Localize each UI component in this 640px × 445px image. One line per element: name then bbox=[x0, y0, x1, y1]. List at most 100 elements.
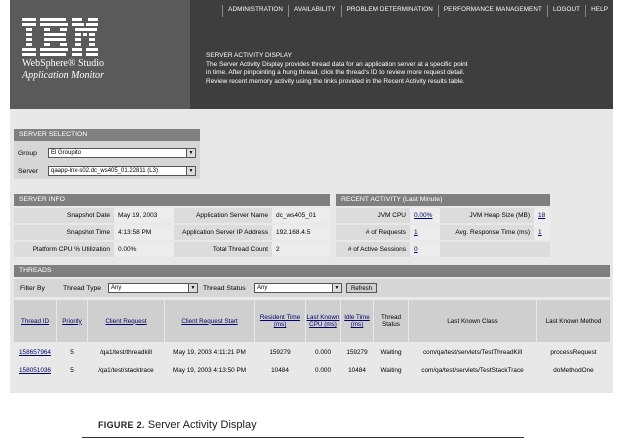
avg-response-link[interactable]: 1 bbox=[538, 229, 542, 236]
col-resident-time[interactable]: Resident Time (ms) bbox=[255, 300, 305, 342]
table-row-1-status: Waiting bbox=[380, 349, 402, 356]
page-title: SERVER ACTIVITY DISPLAY bbox=[206, 52, 292, 59]
nav-performance-management[interactable]: PERFORMANCE MANAGEMENT bbox=[437, 5, 547, 17]
avg-response-value[interactable]: 1 bbox=[534, 225, 550, 240]
active-sessions-value[interactable]: 0 bbox=[410, 242, 440, 257]
thread-count-label: Total Thread Count bbox=[174, 242, 272, 257]
figure-text: Server Activity Display bbox=[147, 419, 257, 431]
table-row-1-resident-time: 159279 bbox=[269, 349, 291, 356]
group-label: Group bbox=[18, 150, 37, 157]
thread-id-link[interactable]: 158051036 bbox=[19, 367, 51, 374]
chevron-down-icon: ▼ bbox=[332, 284, 341, 292]
snapshot-date-label: Snapshot Date bbox=[14, 208, 114, 223]
table-row-1-thread-id[interactable]: 158657964 bbox=[14, 345, 56, 360]
filter-by-label: Filter By bbox=[20, 285, 45, 292]
requests-value[interactable]: 1 bbox=[410, 225, 440, 240]
requests-label: # of Requests bbox=[336, 225, 410, 240]
app-server-ip-label: Application Server IP Address bbox=[174, 225, 272, 240]
server-info-header: SERVER INFO bbox=[14, 194, 330, 206]
active-sessions-label: # of Active Sessions bbox=[336, 242, 410, 257]
chevron-down-icon: ▼ bbox=[186, 149, 195, 157]
snapshot-time-value: 4:13:58 PM bbox=[114, 225, 174, 240]
col-last-known-method: Last Known Method bbox=[537, 300, 610, 342]
thread-type-value: Any bbox=[111, 285, 122, 291]
app-server-name-value: dc_ws405_01 bbox=[272, 208, 330, 223]
table-row-2-cpu: 0.000 bbox=[315, 367, 331, 374]
table-row-2-priority: 5 bbox=[70, 367, 74, 374]
intro-line1: The Server Activity Display provides thr… bbox=[206, 60, 468, 68]
thread-count-value: 2 bbox=[272, 242, 330, 257]
logo-panel: WebSphere® Studio Application Monitor bbox=[10, 0, 190, 109]
col-last-known-class: Last Known Class bbox=[409, 300, 536, 342]
table-row-1-class: com/qa/test/servlets/TestThreadKill bbox=[422, 349, 523, 356]
app-server-ip-value: 192.168.4.5 bbox=[272, 225, 330, 240]
nav-logout[interactable]: LOGOUT bbox=[546, 5, 585, 17]
caption-rule bbox=[82, 437, 524, 438]
refresh-button[interactable]: Refresh bbox=[346, 283, 378, 293]
requests-link[interactable]: 1 bbox=[414, 229, 418, 236]
nav-administration[interactable]: ADMINISTRATION bbox=[222, 5, 288, 17]
thread-status-label: Thread Status bbox=[203, 285, 246, 292]
nav-help[interactable]: HELP bbox=[585, 5, 613, 17]
recent-activity-header: RECENT ACTIVITY (Last Minute) bbox=[336, 194, 550, 206]
col-priority[interactable]: Priority bbox=[57, 300, 87, 342]
ibm-logo bbox=[22, 18, 98, 56]
figure-caption: FIGURE 2. Server Activity Display bbox=[98, 419, 257, 431]
table-row-2-method: doMethodOne bbox=[553, 367, 594, 374]
heap-size-label: JVM Heap Size (MB) bbox=[440, 208, 534, 223]
heap-size-link[interactable]: 18 bbox=[538, 212, 545, 219]
server-select[interactable]: qaapp-lnx-s02.dc_ws405_01.22811 (L3) ▼ bbox=[48, 166, 196, 176]
nav-availability[interactable]: AVAILABILITY bbox=[287, 5, 341, 17]
col-thread-status: Thread Status bbox=[374, 300, 408, 342]
jvm-cpu-link[interactable]: 0.00% bbox=[414, 212, 432, 219]
col-thread-id[interactable]: Thread ID bbox=[14, 300, 56, 342]
table-row-1-idle-time: 159279 bbox=[346, 349, 368, 356]
chevron-down-icon: ▼ bbox=[186, 167, 195, 175]
thread-id-link[interactable]: 158657964 bbox=[19, 349, 51, 356]
snapshot-time-label: Snapshot Time bbox=[14, 225, 114, 240]
heap-size-value[interactable]: 18 bbox=[534, 208, 550, 223]
table-row-2-class: com/qa/test/servlets/TestStackTrace bbox=[421, 367, 524, 374]
intro-line3: Review recent memory activity using the … bbox=[206, 77, 465, 85]
table-row-2-idle-time: 10484 bbox=[348, 367, 366, 374]
snapshot-date-value: May 19, 2003 bbox=[114, 208, 174, 223]
thread-type-label: Thread Type bbox=[63, 285, 102, 292]
col-idle-time[interactable]: Idle Time (ms) bbox=[341, 300, 373, 342]
avg-response-label: Avg. Response Time (ms) bbox=[440, 225, 534, 240]
server-selection-header: SERVER SELECTION bbox=[14, 129, 200, 141]
jvm-cpu-label: JVM CPU bbox=[336, 208, 410, 223]
cpu-utilization-label: Platform CPU % Utilization bbox=[14, 242, 114, 257]
threads-header: THREADS bbox=[14, 265, 610, 277]
table-row-1-method: processRequest bbox=[550, 349, 597, 356]
server-value: qaapp-lnx-s02.dc_ws405_01.22811 (L3) bbox=[51, 168, 158, 174]
active-sessions-link[interactable]: 0 bbox=[414, 246, 418, 253]
cpu-utilization-value: 0.00% bbox=[114, 242, 174, 257]
intro-text: SERVER ACTIVITY DISPLAY The Server Activ… bbox=[206, 52, 536, 86]
thread-type-select[interactable]: Any ▼ bbox=[108, 283, 198, 293]
table-row-2-request-start: May 19, 2003 4:13:50 PM bbox=[172, 367, 247, 374]
app-window: WebSphere® Studio Application Monitor AD… bbox=[10, 0, 613, 393]
header: WebSphere® Studio Application Monitor AD… bbox=[10, 0, 613, 109]
empty-cell bbox=[440, 242, 550, 257]
thread-status-value: Any bbox=[257, 285, 268, 291]
group-select[interactable]: El Groupito ▼ bbox=[48, 148, 196, 158]
product-line2: Application Monitor bbox=[22, 70, 104, 81]
top-nav: ADMINISTRATION AVAILABILITY PROBLEM DETE… bbox=[222, 5, 613, 17]
table-row-2-resident-time: 10484 bbox=[271, 367, 289, 374]
thread-status-select[interactable]: Any ▼ bbox=[254, 283, 342, 293]
col-client-request-start[interactable]: Client Request Start bbox=[165, 300, 254, 342]
table-row-1-cpu: 0.000 bbox=[315, 349, 331, 356]
group-value: El Groupito bbox=[51, 150, 82, 156]
col-client-request[interactable]: Client Request bbox=[88, 300, 164, 342]
intro-line2: in time. After pinpointing a hung thread… bbox=[206, 69, 465, 77]
app-server-name-label: Application Server Name bbox=[174, 208, 272, 223]
table-row-1-priority: 5 bbox=[70, 349, 74, 356]
col-last-known-cpu[interactable]: Last Known CPU (ms) bbox=[306, 300, 340, 342]
product-line1: WebSphere® Studio bbox=[22, 58, 105, 69]
jvm-cpu-value[interactable]: 0.00% bbox=[410, 208, 440, 223]
table-row-2-client-request: /qa1/test/stacktrace bbox=[98, 367, 154, 374]
table-row-2-status: Waiting bbox=[380, 367, 402, 374]
table-row-2-thread-id[interactable]: 158051036 bbox=[14, 363, 56, 378]
nav-problem-determination[interactable]: PROBLEM DETERMINATION bbox=[340, 5, 438, 17]
server-label: Server bbox=[18, 168, 39, 175]
